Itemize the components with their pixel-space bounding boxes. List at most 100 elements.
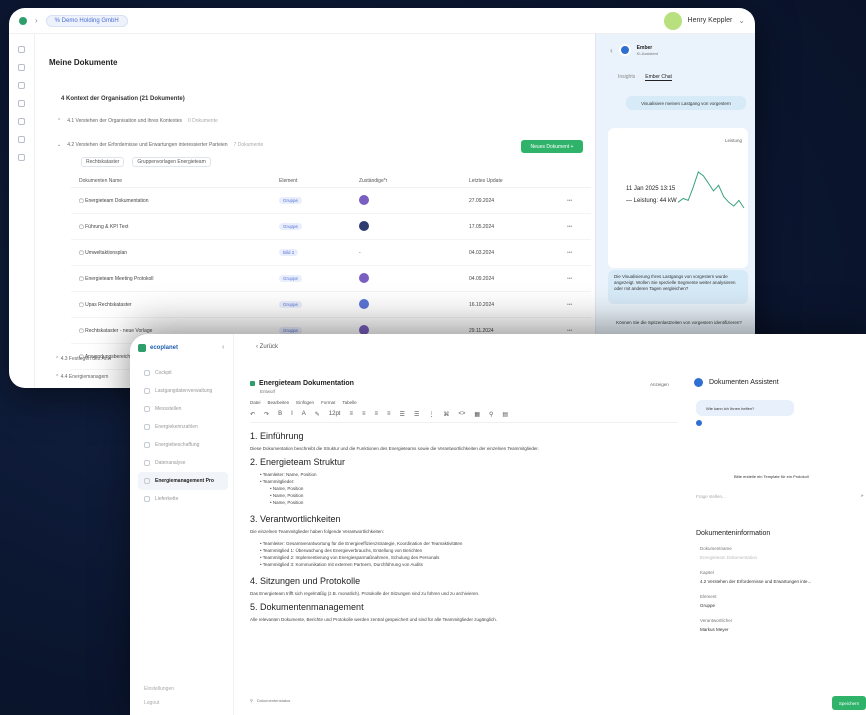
toolbar-button[interactable]: ✎ — [315, 411, 320, 418]
table-row[interactable]: ▢ Upas Rechtskataster Gruppe 16.10.2024 ••• — [71, 292, 591, 318]
toolbar-button[interactable]: I — [291, 411, 293, 418]
home-icon[interactable] — [18, 46, 25, 53]
toolbar-button[interactable]: ⚲ — [489, 411, 493, 418]
col-name[interactable]: Dokumenten Name — [71, 178, 279, 184]
info-label: Kapitel — [700, 570, 714, 575]
sidebar-item[interactable]: Energiebeschaffung — [138, 436, 228, 454]
avatar — [359, 220, 369, 231]
doc-name[interactable]: ▢ Upas Rechtskataster — [71, 302, 279, 308]
tab-insights[interactable]: Insights — [618, 74, 635, 81]
doc-name[interactable]: ▢ Führung & KPI Text — [71, 224, 279, 230]
toolbar-button[interactable]: ↶ — [250, 411, 255, 418]
toolbar-button[interactable]: ⋮ — [428, 411, 434, 418]
toolbar-button[interactable]: ≡ — [375, 411, 379, 418]
sidebar-item[interactable]: Datenanalyse — [138, 454, 228, 472]
toolbar-button[interactable]: ⌘ — [443, 411, 449, 418]
toolbar-button[interactable]: ▤ — [502, 411, 508, 418]
folder-icon[interactable] — [18, 118, 25, 125]
table-row[interactable]: ▢ Energieteam Meeting Protokoll Gruppe 04.… — [71, 266, 591, 292]
tab-ember-chat[interactable]: Ember Chat — [645, 74, 672, 81]
user-name: Henry Keppler — [687, 17, 733, 24]
back-button[interactable]: ‹ Zurück — [256, 344, 278, 350]
doc-updated: 17.05.2024 — [469, 223, 495, 230]
table-row[interactable]: ▢ Energieteam Dokumentation Gruppe 27.09.2… — [71, 188, 591, 214]
view-button[interactable]: Anzeigen — [650, 382, 669, 387]
toolbar-button[interactable]: <> — [458, 411, 465, 418]
sidebar-item[interactable]: Cockpit — [138, 364, 228, 382]
table-row[interactable]: ▢ Führung & KPI Text Gruppe 17.05.2024 ••• — [71, 214, 591, 240]
paragraph: Diese Dokumentation beschreibt die Struk… — [250, 446, 539, 451]
section-4-2[interactable]: ⌄ 4.2 Verstehen der Erfordernisse und Er… — [57, 142, 263, 148]
chevron-right-icon[interactable]: › — [35, 16, 38, 25]
sidebar-item[interactable]: Lieferkette — [138, 490, 228, 508]
menu-item[interactable]: Datei — [250, 400, 261, 405]
sidebar-item[interactable]: Lastgangdatenverwaltung — [138, 382, 228, 400]
section-4-4[interactable]: ⌃ 4.4 Energiemanagem — [55, 374, 108, 380]
chart-icon[interactable] — [18, 100, 25, 107]
logout-link[interactable]: Logout — [144, 700, 159, 706]
doc-updated: 29.11.2024 — [469, 327, 494, 334]
more-icon[interactable]: ••• — [567, 302, 591, 308]
avatar — [359, 272, 369, 283]
doc-name[interactable]: ▢ Energieteam Meeting Protokoll — [71, 276, 279, 282]
menu-item[interactable]: Tabelle — [342, 400, 356, 405]
doc-name[interactable]: ▢ Umweltaktionsplan — [71, 250, 279, 256]
toolbar-button[interactable]: ☰ — [400, 411, 405, 418]
sidebar-item[interactable]: Messstellen — [138, 400, 228, 418]
meter-icon[interactable] — [18, 82, 25, 89]
more-icon[interactable]: ••• — [567, 224, 591, 230]
col-element[interactable]: Element — [279, 178, 359, 184]
col-updated[interactable]: Letztes Update — [469, 178, 567, 184]
toolbar-button[interactable]: B — [278, 411, 282, 418]
analysis-icon[interactable] — [18, 136, 25, 143]
section-4-3[interactable]: ⌃ 4.3 Festlegen des Anw — [55, 356, 111, 362]
list-icon[interactable] — [18, 64, 25, 71]
suggested-question[interactable]: Können Sie die Spitzenlastzeiten von vor… — [612, 320, 746, 325]
new-document-button[interactable]: Neues Dokument + — [521, 140, 583, 153]
assistant-input[interactable]: Frage stellen... ➤ — [696, 490, 864, 502]
ember-role: KI-Assistent — [636, 50, 659, 56]
send-icon[interactable]: ➤ — [860, 493, 864, 499]
chevron-left-icon[interactable]: ‹ — [610, 46, 613, 55]
bolt-icon[interactable] — [18, 154, 25, 161]
menu-item[interactable]: Einfügen — [296, 400, 314, 405]
sidebar-item[interactable]: Energiekennzahlen — [138, 418, 228, 436]
table-row[interactable]: ▢ Umweltaktionsplan Bild 2- 04.03.2024 ••• — [71, 240, 591, 266]
settings-link[interactable]: Einstellungen — [144, 686, 174, 692]
chip-gruppenvorlagen[interactable]: Gruppenvorlagen Energieteam — [132, 157, 211, 167]
user-menu[interactable]: Henry Keppler ⌄ — [663, 11, 745, 30]
toolbar-button[interactable]: ≡ — [349, 411, 353, 418]
toolbar-button[interactable]: 12pt — [329, 411, 341, 418]
menu-item[interactable]: Bearbeiten — [268, 400, 290, 405]
user-prompt-bubble: Visualisiere meinen Lastgang von vorgest… — [626, 96, 746, 110]
toolbar-button[interactable]: ☰ — [414, 411, 419, 418]
collapse-icon[interactable]: ‹ — [222, 344, 224, 351]
toolbar-button[interactable]: ≡ — [362, 411, 366, 418]
heading-sitzungen: 4. Sitzungen und Protokolle — [250, 576, 361, 586]
format-toolbar: ↶ ↷ B I A ✎ 12pt ≡ ≡ ≡ ≡ ☰ ☰ ⋮ ⌘ <> ▦ ⚲ ▤ — [250, 411, 678, 423]
status-icon: ⚲ — [250, 698, 253, 703]
sidebar-item[interactable]: Energiemanagement Pro — [138, 472, 228, 490]
avatar — [663, 11, 682, 30]
more-icon[interactable]: ••• — [567, 328, 591, 334]
col-responsible[interactable]: Zuständige*r — [359, 178, 469, 184]
app-logo-icon — [19, 16, 27, 25]
list-item: • Teamleiter: Name, Position — [260, 472, 317, 477]
more-icon[interactable]: ••• — [567, 250, 591, 256]
more-icon[interactable]: ••• — [567, 198, 591, 204]
more-icon[interactable]: ••• — [567, 276, 591, 282]
doc-responsible — [359, 298, 469, 311]
suggested-prompt[interactable]: Bitte erstelle ein Template für ein Prot… — [734, 474, 809, 479]
toolbar-button[interactable]: ≡ — [387, 411, 391, 418]
chip-rechtskataster[interactable]: Rechtskataster — [81, 157, 125, 167]
doc-name[interactable]: ▢ Rechtskataster - neue Vorlage — [71, 328, 279, 334]
workspace-selector[interactable]: % Demo Holding GmbH — [45, 14, 128, 27]
doc-name[interactable]: ▢ Energieteam Dokumentation — [71, 198, 279, 204]
menu-item[interactable]: Format — [321, 400, 335, 405]
save-button[interactable]: Speichern — [832, 696, 866, 710]
toolbar-button[interactable]: ▦ — [474, 411, 480, 418]
toolbar-button[interactable]: A — [302, 411, 306, 418]
toolbar-button[interactable]: ↷ — [264, 411, 269, 418]
section-4-1[interactable]: ⌃ 4.1 Verstehen der Organisation und ihr… — [57, 118, 218, 124]
document-body[interactable]: 1. Einführung Diese Dokumentation beschr… — [250, 431, 678, 622]
